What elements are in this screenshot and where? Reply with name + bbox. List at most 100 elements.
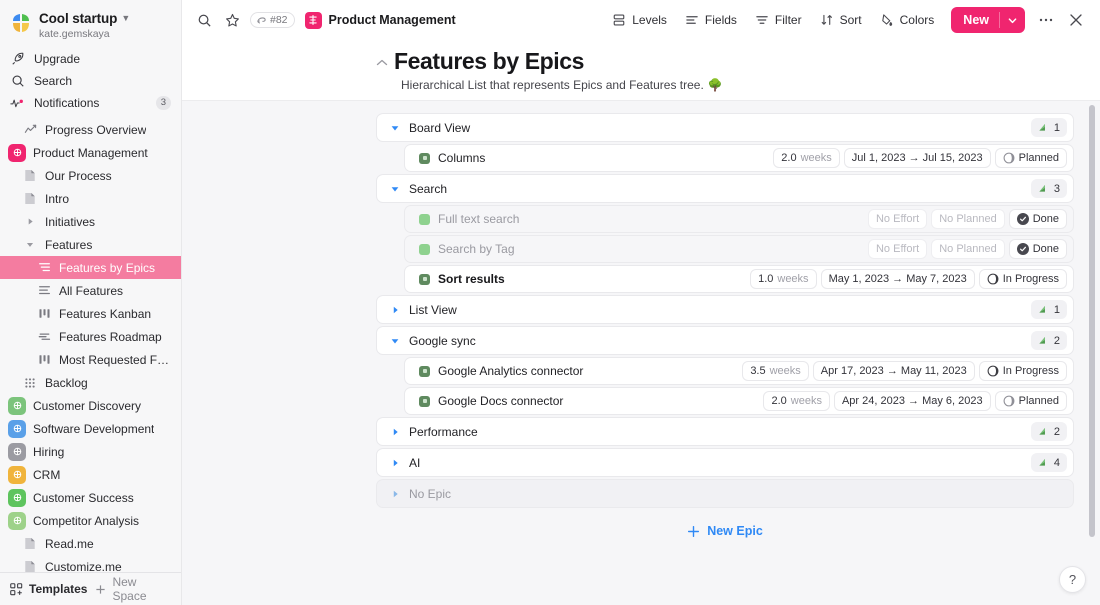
sidebar-item-crm[interactable]: CRM <box>0 463 181 486</box>
child-count-badge: 2 <box>1031 422 1067 441</box>
levels-button[interactable]: Levels <box>604 7 675 34</box>
sidebar-item-label: Progress Overview <box>45 123 146 137</box>
colors-button[interactable]: Colors <box>872 7 943 34</box>
sidebar-item-notifications[interactable]: Notifications 3 <box>0 92 181 114</box>
chevron-down-icon[interactable]: ▼ <box>121 14 130 23</box>
new-space-button[interactable]: New Space <box>95 575 171 603</box>
chevron-down-icon[interactable] <box>1000 7 1025 33</box>
status-chip[interactable]: In Progress <box>979 269 1067 289</box>
sidebar-item-progress-overview[interactable]: Progress Overview <box>0 118 181 141</box>
rocket-icon <box>10 52 25 67</box>
sidebar-item-customer-discovery[interactable]: Customer Discovery <box>0 394 181 417</box>
caret-right-icon[interactable] <box>387 427 403 437</box>
effort-chip[interactable]: 2.0weeks <box>763 391 829 411</box>
caret-right-icon[interactable] <box>387 489 403 499</box>
sidebar-item-label: Initiatives <box>45 215 95 229</box>
sidebar-item-backlog[interactable]: Backlog <box>0 371 181 394</box>
effort-chip[interactable]: No Effort <box>868 209 927 229</box>
sidebar-item-customer-success[interactable]: Customer Success <box>0 486 181 509</box>
caret-right-icon[interactable] <box>387 305 403 315</box>
sidebar-item-initiatives[interactable]: Initiatives <box>0 210 181 233</box>
new-epic-button[interactable]: New Epic <box>376 514 1074 548</box>
fields-button[interactable]: Fields <box>677 7 745 34</box>
sidebar-item-features-roadmap[interactable]: Features Roadmap <box>0 325 181 348</box>
ellipsis-icon[interactable] <box>1032 6 1060 34</box>
effort-chip[interactable]: No Effort <box>868 239 927 259</box>
filter-button[interactable]: Filter <box>747 7 810 34</box>
dates-chip[interactable]: May 1, 2023 → May 7, 2023 <box>821 269 975 289</box>
feature-row[interactable]: Google Analytics connector3.5weeksApr 17… <box>404 357 1074 385</box>
sidebar-item-all-features[interactable]: All Features <box>0 279 181 302</box>
sidebar-item-intro[interactable]: Intro <box>0 187 181 210</box>
status-chip[interactable]: Planned <box>995 391 1067 411</box>
epic-row[interactable]: List View1 <box>376 295 1074 324</box>
dates-chip[interactable]: Apr 24, 2023 → May 6, 2023 <box>834 391 991 411</box>
sidebar-item-product-management[interactable]: Product Management <box>0 141 181 164</box>
caret-right-icon[interactable] <box>387 458 403 468</box>
search-icon[interactable] <box>190 6 218 34</box>
row-title: No Epic <box>409 487 451 501</box>
caret-down-icon[interactable] <box>387 336 403 346</box>
sidebar-item-upgrade[interactable]: Upgrade <box>0 48 181 70</box>
sort-button[interactable]: Sort <box>812 7 870 34</box>
row-title: Search by Tag <box>438 242 515 256</box>
sidebar-item-competitor-analysis[interactable]: Competitor Analysis <box>0 509 181 532</box>
status-chip[interactable]: Done <box>1009 209 1067 229</box>
document-title-breadcrumb[interactable]: Product Management <box>305 12 456 29</box>
feature-row[interactable]: Columns2.0weeksJul 1, 2023 → Jul 15, 202… <box>404 144 1074 172</box>
status-chip[interactable]: In Progress <box>979 361 1067 381</box>
feature-row[interactable]: Sort results1.0weeksMay 1, 2023 → May 7,… <box>404 265 1074 293</box>
sidebar-item-features[interactable]: Features <box>0 233 181 256</box>
sidebar-item-customize-me[interactable]: Customize.me <box>0 555 181 572</box>
workspace-header[interactable]: Cool startup ▼ kate.gemskaya <box>0 0 181 48</box>
sidebar-item-our-process[interactable]: Our Process <box>0 164 181 187</box>
feature-row[interactable]: Google Docs connector2.0weeksApr 24, 202… <box>404 387 1074 415</box>
status-label: Planned <box>1019 152 1059 164</box>
workspace-user: kate.gemskaya <box>39 28 130 40</box>
page-title: Features by Epics <box>394 48 584 75</box>
effort-chip[interactable]: 1.0weeks <box>750 269 816 289</box>
row-meta: 3 <box>1031 179 1073 198</box>
dates-chip[interactable]: Jul 1, 2023 → Jul 15, 2023 <box>844 148 991 168</box>
dates-chip[interactable]: No Planned <box>931 209 1005 229</box>
dates-chip[interactable]: Apr 17, 2023 → May 11, 2023 <box>813 361 975 381</box>
feature-status-marker <box>419 153 430 164</box>
sidebar-item-hiring[interactable]: Hiring <box>0 440 181 463</box>
caret-down-icon[interactable] <box>387 123 403 133</box>
effort-chip[interactable]: 3.5weeks <box>742 361 808 381</box>
caret-down-icon[interactable] <box>387 184 403 194</box>
list-content-area: Board View1Columns2.0weeksJul 1, 2023 → … <box>182 100 1100 605</box>
sidebar-item-search[interactable]: Search <box>0 70 181 92</box>
feature-row[interactable]: Search by Tag No EffortNo PlannedDone <box>404 235 1074 263</box>
status-label: Planned <box>1019 395 1059 407</box>
sidebar-item-most-requested-fea[interactable]: Most Requested Fea... <box>0 348 181 371</box>
sidebar-item-software-development[interactable]: Software Development <box>0 417 181 440</box>
doc-id-pill[interactable]: #82 <box>250 12 295 28</box>
new-button[interactable]: New <box>951 7 1025 33</box>
epic-row[interactable]: Board View1 <box>376 113 1074 142</box>
dates-chip[interactable]: No Planned <box>931 239 1005 259</box>
sidebar-item-features-by-epics[interactable]: Features by Epics <box>0 256 181 279</box>
sort-label: Sort <box>840 13 862 27</box>
sidebar-item-read-me[interactable]: Read.me <box>0 532 181 555</box>
help-button[interactable]: ? <box>1059 566 1086 593</box>
fields-label: Fields <box>705 13 737 27</box>
sidebar-spaces-list[interactable]: Progress Overview Product ManagementOur P… <box>0 116 181 572</box>
star-icon[interactable] <box>218 6 246 34</box>
status-chip[interactable]: Planned <box>995 148 1067 168</box>
vertical-scrollbar-thumb[interactable] <box>1089 105 1095 537</box>
epic-row[interactable]: AI4 <box>376 448 1074 477</box>
effort-chip[interactable]: 2.0weeks <box>773 148 839 168</box>
epic-row[interactable]: Performance2 <box>376 417 1074 446</box>
row-meta: 2 <box>1031 331 1073 350</box>
templates-button[interactable]: Templates <box>10 582 87 596</box>
close-icon[interactable] <box>1062 6 1090 34</box>
epic-row[interactable]: No Epic <box>376 479 1074 508</box>
chevron-up-icon[interactable] <box>376 59 388 67</box>
feature-row[interactable]: Full text searchNo EffortNo PlannedDone <box>404 205 1074 233</box>
sidebar-item-features-kanban[interactable]: Features Kanban <box>0 302 181 325</box>
status-chip[interactable]: Done <box>1009 239 1067 259</box>
epic-row[interactable]: Search3 <box>376 174 1074 203</box>
epic-row[interactable]: Google sync2 <box>376 326 1074 355</box>
row-meta: No EffortNo PlannedDone <box>868 239 1073 259</box>
